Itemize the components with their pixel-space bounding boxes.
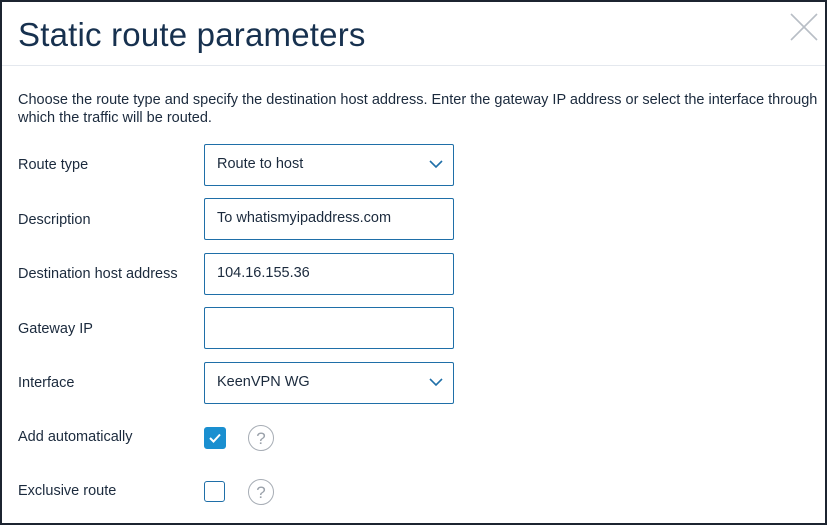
route-type-select[interactable]: Route to host <box>204 144 454 186</box>
route-type-value: Route to host <box>217 156 304 172</box>
interface-select[interactable]: KeenVPN WG <box>204 362 454 404</box>
dialog-title: Static route parameters <box>18 16 366 53</box>
exclusive-route-label: Exclusive route <box>18 483 117 499</box>
dialog-description: Choose the route type and specify the de… <box>18 92 818 126</box>
interface-label: Interface <box>18 375 75 391</box>
add-automatically-help-icon[interactable]: ? <box>248 425 274 451</box>
description-field[interactable]: To whatismyipaddress.com <box>204 198 454 240</box>
close-icon[interactable] <box>787 10 821 44</box>
exclusive-route-help-icon[interactable]: ? <box>248 479 274 505</box>
chevron-down-icon <box>429 378 443 387</box>
route-type-label: Route type <box>18 157 89 173</box>
destination-host-label: Destination host address <box>18 266 178 282</box>
chevron-down-icon <box>429 160 443 169</box>
destination-host-value: 104.16.155.36 <box>217 265 310 281</box>
add-automatically-label: Add automatically <box>18 429 133 445</box>
destination-host-field[interactable]: 104.16.155.36 <box>204 253 454 295</box>
description-value: To whatismyipaddress.com <box>217 210 392 226</box>
static-route-dialog: Static route parameters Choose the route… <box>0 0 827 525</box>
title-divider <box>2 65 825 66</box>
interface-value: KeenVPN WG <box>217 374 310 390</box>
description-label: Description <box>18 212 91 228</box>
exclusive-route-checkbox[interactable] <box>204 481 225 502</box>
gateway-ip-label: Gateway IP <box>18 321 93 337</box>
checkmark-icon <box>209 433 221 443</box>
add-automatically-checkbox[interactable] <box>204 427 226 449</box>
gateway-ip-field[interactable] <box>204 307 454 349</box>
